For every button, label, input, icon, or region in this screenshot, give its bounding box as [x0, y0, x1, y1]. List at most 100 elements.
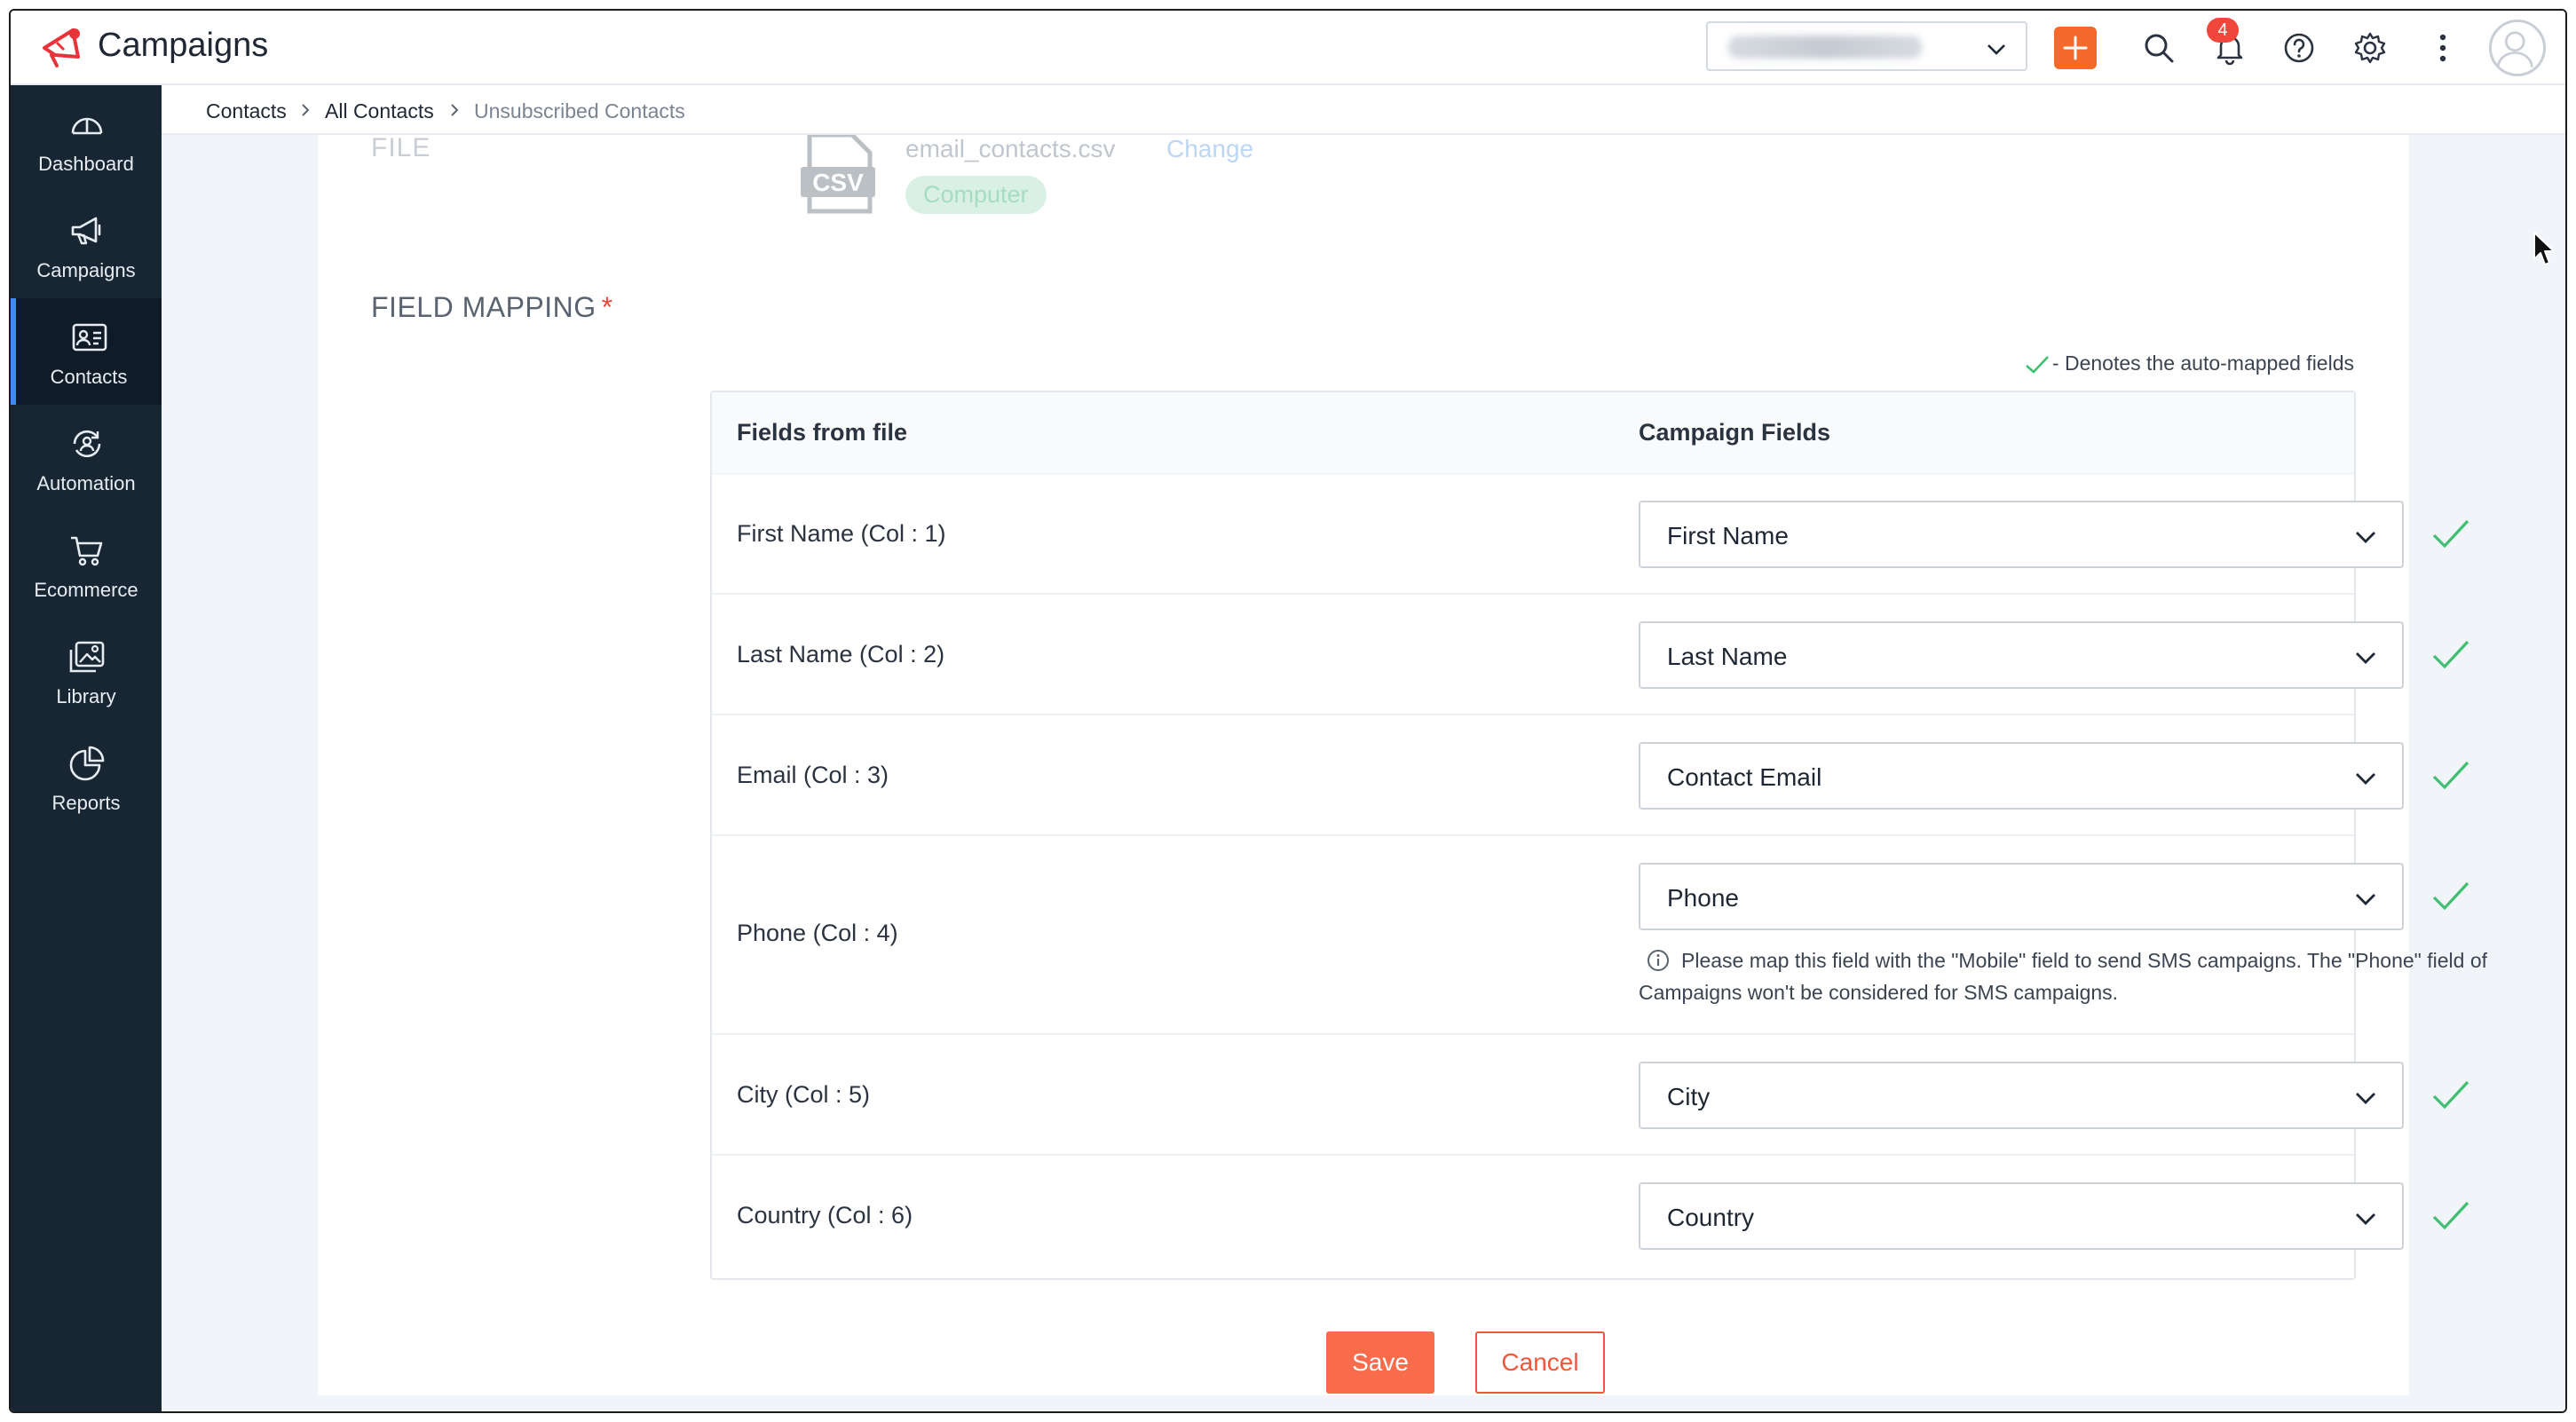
add-icon — [2063, 36, 2088, 60]
sidebar-item-label: Contacts — [50, 366, 128, 388]
file-field-label: City (Col : 5) — [737, 1081, 871, 1108]
sidebar-item-dashboard[interactable]: Dashboard — [11, 85, 162, 192]
table-row: Phone (Col : 4) Phone Please map this fi… — [712, 836, 2487, 1035]
required-mark: * — [601, 291, 613, 323]
table-row: Last Name (Col : 2) Last Name — [712, 595, 2469, 715]
chevron-down-icon — [2356, 773, 2375, 785]
main-content: Contacts All Contacts Unsubscribed Conta… — [162, 85, 2565, 1411]
campaign-field-select[interactable]: Last Name — [1639, 621, 2404, 689]
save-button[interactable]: Save — [1326, 1331, 1434, 1394]
file-section-label: FILE — [371, 133, 431, 162]
chevron-down-icon — [2356, 1213, 2375, 1225]
column-header-file-fields: Fields from file — [737, 419, 908, 446]
info-icon — [1648, 950, 1669, 971]
cart-icon — [71, 536, 103, 566]
table-row: First Name (Col : 1) First Name — [712, 474, 2469, 595]
app-title: Campaigns — [98, 27, 269, 64]
campaign-field-value: City — [1667, 1083, 1711, 1110]
sms-mapping-note-text: Please map this field with the "Mobile" … — [1639, 949, 2487, 1004]
sidebar-item-contacts[interactable]: Contacts — [11, 298, 162, 405]
sidebar-item-library[interactable]: Library — [11, 618, 162, 724]
automation-icon — [73, 430, 101, 458]
field-mapping-table: Fields from file Campaign Fields First N… — [710, 391, 2487, 1280]
import-panel: FILE CSV email_contacts.csv Change Compu… — [318, 133, 2487, 1395]
campaign-field-value: First Name — [1667, 522, 1789, 549]
table-row: Email (Col : 3) Contact Email — [712, 715, 2469, 836]
campaign-field-select[interactable]: First Name — [1639, 501, 2404, 568]
help-icon[interactable] — [2281, 30, 2317, 66]
user-avatar[interactable] — [2489, 20, 2546, 76]
campaign-field-select[interactable]: City — [1639, 1062, 2404, 1129]
top-bar: Campaigns 4 — [11, 11, 2565, 85]
sidebar: Dashboard Campaigns Contacts Automation … — [11, 85, 162, 1411]
megaphone-icon — [71, 217, 101, 245]
campaign-field-value: Phone — [1667, 884, 1739, 912]
cancel-button[interactable]: Cancel — [1475, 1331, 1605, 1394]
sidebar-item-label: Library — [56, 685, 116, 707]
organization-name-redacted — [1727, 36, 1923, 59]
sidebar-item-label: Campaigns — [36, 259, 136, 281]
campaign-field-select[interactable]: Country — [1639, 1182, 2404, 1250]
table-row: Country (Col : 6) Country — [712, 1156, 2469, 1278]
chevron-down-icon — [2356, 1093, 2375, 1104]
image-library-icon — [69, 641, 105, 673]
chevron-right-icon — [302, 104, 310, 116]
auto-mapped-check-icon — [2432, 1080, 2469, 1110]
sidebar-item-ecommerce[interactable]: Ecommerce — [11, 511, 162, 618]
gear-icon[interactable] — [2352, 30, 2388, 66]
file-field-label: Country (Col : 6) — [737, 1202, 913, 1228]
chevron-down-icon — [2356, 652, 2375, 664]
breadcrumb: Contacts All Contacts Unsubscribed Conta… — [162, 85, 2565, 135]
campaigns-logo-icon[interactable] — [37, 21, 87, 71]
avatar-icon — [2496, 31, 2533, 67]
auto-mapped-check-icon — [2432, 881, 2469, 911]
table-row: City (Col : 5) City — [712, 1035, 2469, 1156]
auto-mapped-check-icon — [2432, 519, 2469, 549]
sidebar-item-automation[interactable]: Automation — [11, 405, 162, 511]
more-vertical-icon[interactable] — [2425, 30, 2461, 66]
file-field-label: First Name (Col : 1) — [737, 520, 946, 547]
auto-mapped-check-icon — [2432, 640, 2469, 669]
field-mapping-title-text: FIELD MAPPING — [371, 291, 597, 323]
add-button[interactable] — [2054, 27, 2097, 69]
pie-chart-icon — [69, 746, 105, 781]
app-window: Campaigns 4 Dashboard Campaigns Contacts… — [9, 9, 2567, 1413]
file-field-label: Phone (Col : 4) — [737, 920, 898, 946]
auto-mapped-check-icon — [2432, 761, 2469, 790]
breadcrumb-contacts[interactable]: Contacts — [206, 99, 287, 123]
chevron-down-icon — [2356, 894, 2375, 905]
campaign-field-select[interactable]: Contact Email — [1639, 742, 2404, 810]
breadcrumb-current: Unsubscribed Contacts — [474, 99, 685, 122]
chevron-right-icon — [451, 104, 459, 116]
campaign-field-value: Contact Email — [1667, 763, 1822, 791]
contact-card-icon — [72, 323, 107, 352]
notification-badge: 4 — [2207, 18, 2239, 43]
gauge-icon — [71, 117, 103, 135]
csv-file-icon: CSV — [801, 135, 875, 214]
breadcrumb-all-contacts[interactable]: All Contacts — [325, 99, 434, 123]
sidebar-item-label: Dashboard — [38, 153, 134, 175]
campaign-field-value: Last Name — [1667, 643, 1788, 670]
field-mapping-title: FIELD MAPPING * — [371, 291, 613, 324]
auto-mapped-legend: - Denotes the auto-mapped fields — [2024, 352, 2354, 375]
sidebar-item-campaigns[interactable]: Campaigns — [11, 192, 162, 298]
check-icon — [2026, 356, 2049, 374]
auto-mapped-check-icon — [2432, 1201, 2469, 1230]
file-field-label: Last Name (Col : 2) — [737, 641, 945, 668]
sms-mapping-note: Please map this field with the "Mobile" … — [1639, 944, 2498, 1008]
organization-select[interactable] — [1706, 21, 2027, 71]
chevron-down-icon — [1987, 44, 2005, 55]
sidebar-item-reports[interactable]: Reports — [11, 724, 162, 831]
change-file-link[interactable]: Change — [1166, 135, 1253, 163]
file-field-label: Email (Col : 3) — [737, 762, 889, 788]
sidebar-item-label: Automation — [36, 472, 136, 494]
auto-mapped-legend-text: - Denotes the auto-mapped fields — [2051, 352, 2354, 375]
sidebar-item-label: Reports — [51, 792, 121, 814]
search-icon[interactable] — [2141, 30, 2177, 66]
chevron-down-icon — [2356, 532, 2375, 543]
column-header-campaign-fields: Campaign Fields — [1639, 419, 1831, 446]
campaign-field-select[interactable]: Phone — [1639, 863, 2404, 930]
file-source-badge: Computer — [905, 176, 1047, 214]
table-header: Fields from file Campaign Fields — [712, 392, 2354, 474]
mouse-cursor-icon — [2533, 232, 2555, 265]
